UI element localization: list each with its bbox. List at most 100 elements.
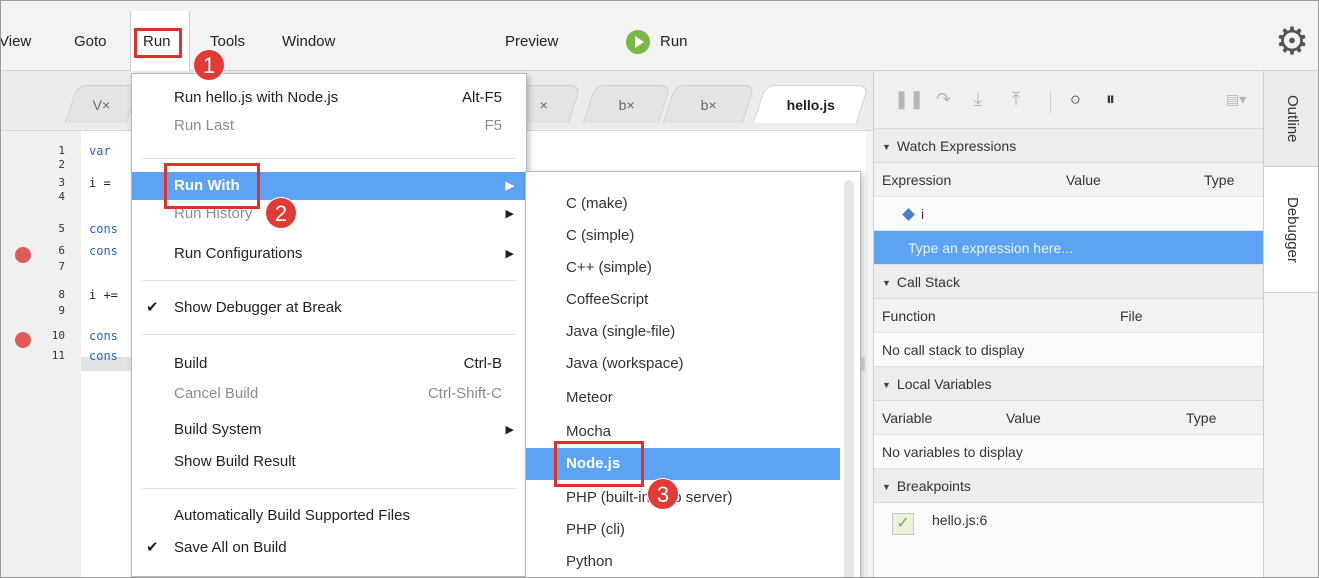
checkmark-icon: ✔ [146, 299, 159, 316]
variable-icon [902, 208, 915, 221]
submenu-item[interactable]: Java (single-file) [526, 316, 840, 348]
empty-message: No variables to display [882, 444, 1023, 460]
annotation-box-nodejs [554, 441, 644, 487]
collapse-triangle-icon: ▼ [882, 380, 891, 390]
submenu-item[interactable]: Java (workspace) [526, 348, 840, 380]
menu-view[interactable]: View [1, 31, 31, 53]
call-stack-columns: Function File [874, 299, 1264, 333]
line-number: 9 [58, 304, 65, 317]
menu-window[interactable]: Window [282, 31, 335, 53]
section-title: Local Variables [896, 376, 992, 392]
editor-tab[interactable]: b× [662, 85, 756, 123]
line-number: 6 [58, 244, 65, 257]
resume-icon[interactable]: ❚❚ [894, 89, 924, 109]
submenu-arrow-icon: ▶ [505, 180, 514, 192]
play-icon[interactable] [626, 30, 650, 54]
menu-goto[interactable]: Goto [74, 31, 107, 53]
annotation-badge: 3 [647, 478, 679, 510]
code-line[interactable]: cons [89, 245, 118, 257]
submenu-arrow-icon: ▶ [505, 208, 514, 220]
menu-separator [142, 280, 516, 281]
column-header: Type [1186, 410, 1217, 426]
call-stack-empty: No call stack to display [874, 333, 1264, 367]
step-over-icon[interactable]: ↷ [936, 89, 951, 109]
breakpoint-checkbox[interactable]: ✓ [892, 513, 914, 535]
collapse-triangle-icon: ▼ [882, 482, 891, 492]
tab-debugger[interactable]: Debugger [1264, 167, 1318, 293]
ide-window: View Goto Run Tools Window Preview Run ⚙… [0, 0, 1319, 578]
submenu-item[interactable]: Meteor [526, 382, 840, 414]
submenu-item[interactable]: C (simple) [526, 220, 840, 252]
watch-columns: Expression Value Type [874, 163, 1264, 197]
menu-item-show-debugger[interactable]: ✔ Show Debugger at Break [132, 294, 526, 322]
menu-item-build[interactable]: Build Ctrl-B [132, 350, 526, 378]
watch-expressions-header[interactable]: ▼ Watch Expressions [874, 129, 1264, 163]
tab-label: b× [618, 97, 635, 113]
watch-entry-label: i [921, 206, 925, 222]
menu-item-run-configurations[interactable]: Run Configurations ▶ [132, 240, 526, 268]
column-header: Expression [882, 172, 952, 188]
column-header: Function [882, 308, 936, 324]
collapse-triangle-icon: ▼ [882, 142, 891, 152]
tab-label: b× [700, 97, 717, 113]
breakpoint-item[interactable]: ✓ hello.js:6 [874, 503, 1264, 577]
menu-separator [142, 488, 516, 489]
breakpoint-toggle-icon[interactable]: ○ [1070, 89, 1081, 109]
menu-run[interactable]: Run [143, 31, 171, 53]
editor-tab[interactable]: b× [582, 85, 672, 123]
code-line[interactable]: i += [89, 289, 118, 301]
line-number: 3 [58, 176, 65, 189]
panel-menu-icon[interactable]: ▤▾ [1226, 89, 1246, 109]
tab-label: hello.js [786, 97, 835, 113]
watch-expression-input[interactable]: Type an expression here... [874, 231, 1264, 265]
menu-separator [142, 158, 516, 159]
run-button[interactable]: Run [660, 31, 688, 53]
menu-item-show-build-result[interactable]: Show Build Result [132, 448, 526, 476]
column-header: Value [1006, 410, 1041, 426]
menu-item-run-node[interactable]: Run hello.js with Node.js Alt-F5 [132, 84, 526, 112]
line-number: 11 [51, 349, 65, 362]
step-into-icon[interactable]: ⤓ [974, 89, 982, 109]
editor-tab-active[interactable]: hello.js [752, 85, 870, 123]
submenu-item[interactable]: C++ (simple) [526, 252, 840, 284]
watch-entry[interactable]: i [874, 197, 1264, 231]
submenu-item[interactable]: C (make) [526, 188, 840, 220]
submenu-item[interactable]: CoffeeScript [526, 284, 840, 316]
breakpoint-label: hello.js:6 [932, 512, 988, 528]
code-line[interactable]: cons [89, 330, 118, 342]
code-line[interactable]: cons [89, 350, 118, 362]
line-number: 10 [51, 329, 65, 342]
menu-item-build-system[interactable]: Build System ▶ [132, 416, 526, 444]
breakpoint-marker[interactable] [15, 332, 31, 348]
code-line[interactable]: cons [89, 223, 118, 235]
submenu-scrollbar[interactable] [844, 180, 854, 577]
preview-button[interactable]: Preview [505, 31, 558, 53]
line-number: 2 [58, 158, 65, 171]
local-variables-empty: No variables to display [874, 435, 1264, 469]
annotation-box-run-with [164, 163, 260, 209]
column-header: Type [1204, 172, 1235, 188]
gear-icon[interactable]: ⚙ [1275, 23, 1309, 61]
tab-label: × [539, 97, 548, 113]
code-line[interactable]: var [89, 145, 111, 157]
submenu-item[interactable]: Python [526, 546, 840, 577]
menu-item-save-all-on-build[interactable]: ✔ Save All on Build [132, 534, 526, 562]
pause-on-exception-icon[interactable]: ⏸ [1106, 89, 1115, 109]
tab-outline[interactable]: Outline [1264, 71, 1318, 167]
section-title: Call Stack [896, 274, 960, 290]
call-stack-header[interactable]: ▼ Call Stack [874, 265, 1264, 299]
editor-tab[interactable]: V× [64, 85, 140, 123]
menu-item-run-last[interactable]: Run Last F5 [132, 112, 526, 140]
breakpoint-marker[interactable] [15, 247, 31, 263]
local-variables-header[interactable]: ▼ Local Variables [874, 367, 1264, 401]
menu-item-cancel-build[interactable]: Cancel Build Ctrl-Shift-C [132, 380, 526, 408]
menu-item-auto-build[interactable]: Automatically Build Supported Files [132, 502, 526, 530]
code-line[interactable]: i = [89, 177, 111, 189]
step-out-icon[interactable]: ⤒ [1012, 89, 1020, 109]
annotation-badge: 2 [265, 197, 297, 229]
local-variables-columns: Variable Value Type [874, 401, 1264, 435]
editor-scrollbar[interactable] [865, 131, 873, 577]
checkmark-icon: ✔ [146, 539, 159, 556]
submenu-item[interactable]: PHP (cli) [526, 514, 840, 546]
breakpoints-header[interactable]: ▼ Breakpoints [874, 469, 1264, 503]
